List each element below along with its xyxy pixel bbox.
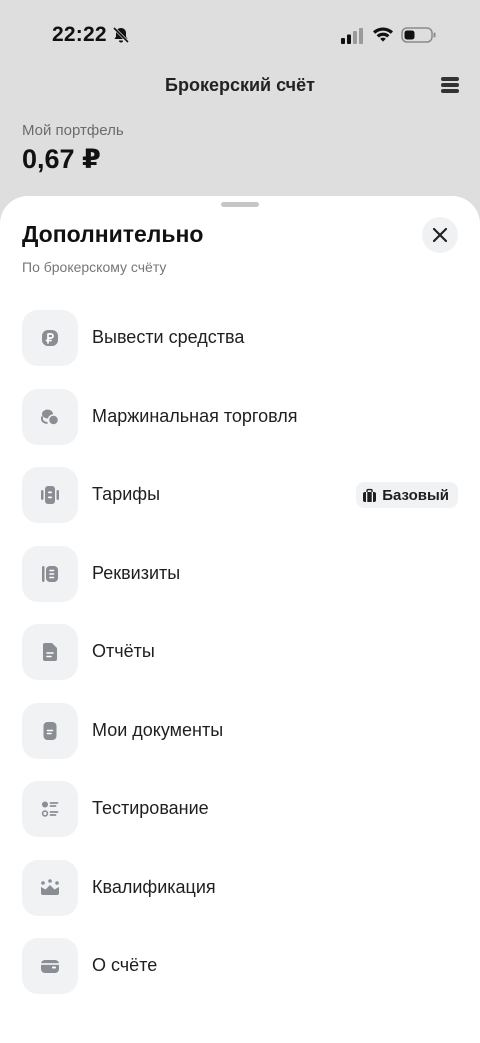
wifi-icon [373,27,393,42]
cellular-signal-icon [341,28,363,44]
item-icon-tile [22,938,78,994]
sheet-title: Дополнительно [22,221,204,247]
menu-icon[interactable] [440,75,460,95]
tariff-icon [41,486,59,504]
item-icon-tile [22,781,78,837]
status-time: 22:22 [52,23,107,46]
report-document-icon [43,643,57,661]
item-label: Вывести средства [92,327,245,347]
item-icon-tile [22,702,78,759]
app-header: Брокерский счёт [0,70,480,106]
menu-item-testing[interactable]: Тестирование [0,779,480,858]
checklist-icon [41,801,59,817]
close-icon [432,227,448,243]
sheet-subtitle: По брокерскому счёту [22,259,167,275]
item-icon-tile [22,859,78,916]
menu-item-tariffs[interactable]: Тарифы Базовый [0,465,480,544]
item-icon-tile [22,467,78,523]
menu-item-withdraw[interactable]: Вывести средства [0,308,480,387]
item-icon-tile [22,388,78,445]
close-button[interactable] [422,217,458,253]
bottom-sheet: Дополнительно По брокерскому счёту Вывес… [0,196,480,1043]
requisites-icon [42,565,58,582]
menu-item-my-documents[interactable]: Мои документы [0,701,480,780]
menu-item-margin-trading[interactable]: Маржинальная торговля [0,387,480,466]
menu-item-reports[interactable]: Отчёты [0,622,480,701]
crown-icon [41,878,59,895]
item-label: Тестирование [92,798,209,818]
briefcase-icon [363,488,377,502]
menu-item-requisites[interactable]: Реквизиты [0,544,480,623]
item-label: Квалификация [92,876,216,897]
item-label: Реквизиты [92,562,181,583]
battery-icon [401,27,436,43]
item-label: О счёте [92,955,158,975]
coins-icon [41,409,60,426]
item-icon-tile [22,310,78,366]
portfolio-label: Мой портфель [22,122,124,139]
documents-icon [43,721,57,740]
bell-muted-icon [112,26,130,44]
item-icon-tile [22,545,78,602]
item-label: Отчёты [92,641,155,661]
tariff-badge: Базовый [356,482,458,508]
portfolio-value: 0,67 ₽ [22,144,101,174]
badge-text: Базовый [382,486,449,504]
item-label: Тарифы [92,484,161,504]
menu-item-about-account[interactable]: О счёте [0,936,480,1015]
page-title: Брокерский счёт [165,75,315,95]
sheet-grabber[interactable] [221,202,259,207]
ruble-icon [42,330,58,346]
status-bar: 22:22 [0,0,480,70]
item-icon-tile [22,624,78,680]
item-label: Маржинальная торговля [92,405,298,426]
wallet-icon [41,960,59,973]
menu-list: Вывести средства Маржинальная торговля Т… [0,308,480,1015]
menu-item-qualification[interactable]: Квалификация [0,858,480,937]
item-label: Мои документы [92,719,224,740]
